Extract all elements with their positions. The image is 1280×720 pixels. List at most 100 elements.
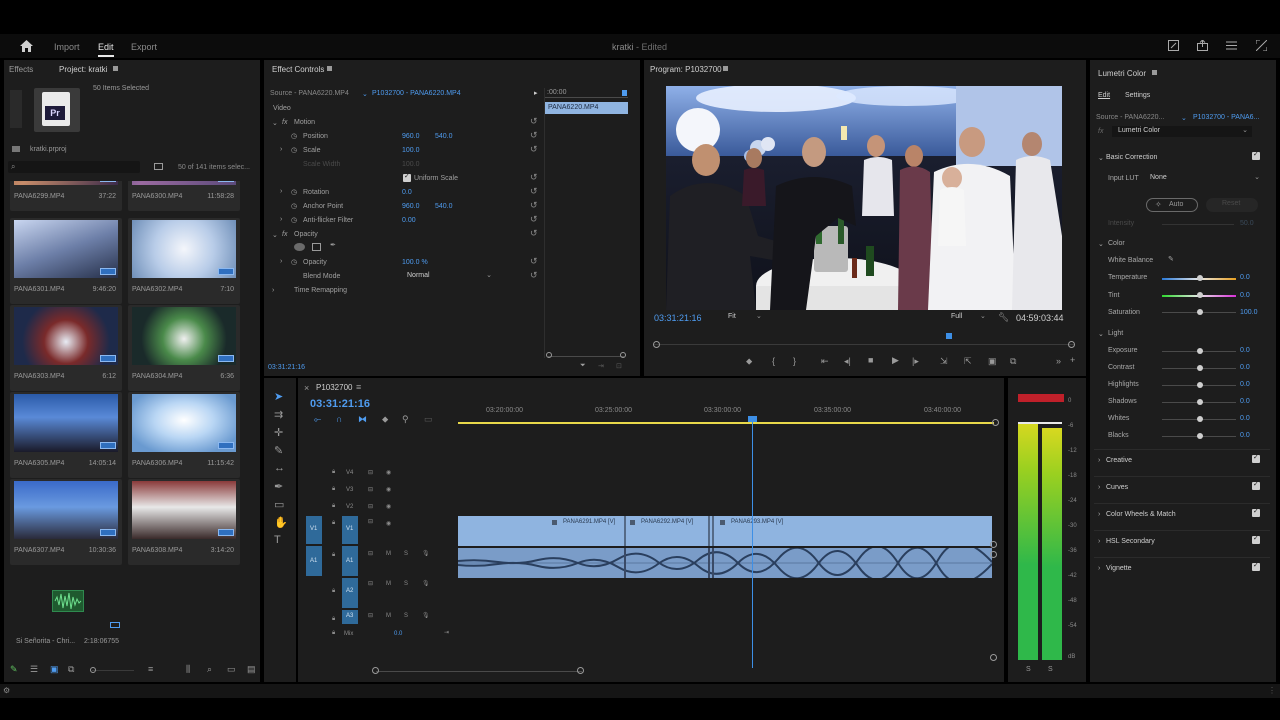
close-icon[interactable]: × bbox=[304, 383, 309, 393]
tab-edit[interactable]: Edit bbox=[1098, 92, 1110, 99]
lock-icon[interactable]: 🔒︎ bbox=[332, 588, 335, 595]
sync-icon[interactable]: ⊟ bbox=[368, 469, 373, 476]
clip-thumbnail[interactable]: PANA6300.MP4 11:58:28 bbox=[128, 181, 240, 211]
pen-mask-icon[interactable]: ✒ bbox=[330, 241, 336, 249]
lift-icon[interactable]: ⇲ bbox=[940, 356, 948, 366]
clip-thumbnail[interactable]: PANA6302.MP4 7:10 bbox=[128, 218, 240, 304]
section-enable-checkbox[interactable] bbox=[1252, 561, 1260, 571]
razor-tool-icon[interactable]: ✎ bbox=[274, 444, 283, 457]
icon-view-icon[interactable]: ▣ bbox=[50, 664, 59, 674]
sync-icon[interactable]: ⊟ bbox=[368, 518, 373, 525]
expand-chevron-icon[interactable]: › bbox=[1098, 457, 1100, 464]
selection-tool-icon[interactable]: ➤ bbox=[274, 390, 283, 403]
program-timecode[interactable]: 03:31:21:16 bbox=[654, 313, 702, 323]
automate-icon[interactable]: ⫼ bbox=[186, 664, 190, 674]
lumetri-title[interactable]: Lumetri Color bbox=[1098, 69, 1146, 78]
workspace-icon[interactable] bbox=[1168, 40, 1179, 53]
mix-value[interactable]: 0.0 bbox=[394, 631, 402, 637]
fx-icon[interactable]: fx bbox=[282, 231, 287, 238]
input-lut-select[interactable]: None ⌄ bbox=[1146, 173, 1262, 184]
anchor-y[interactable]: 540.0 bbox=[435, 203, 453, 210]
rotation-value[interactable]: 0.0 bbox=[402, 189, 412, 196]
sync-icon[interactable]: ⊟ bbox=[368, 580, 373, 587]
mic-icon[interactable]: 🎙︎ bbox=[422, 612, 430, 619]
zoom-slider[interactable] bbox=[92, 670, 134, 671]
overflow-icon[interactable]: » bbox=[1056, 356, 1061, 366]
stopwatch-icon[interactable]: ◷ bbox=[291, 188, 297, 196]
reset-icon[interactable]: ↺ bbox=[530, 215, 539, 224]
lock-icon[interactable]: 🔒︎ bbox=[332, 552, 335, 559]
clip-thumbnail[interactable]: PANA6305.MP4 14:05:14 bbox=[10, 392, 122, 478]
effect-select[interactable]: Lumetri Color ⌄ bbox=[1112, 126, 1252, 137]
antiflicker-value[interactable]: 0.00 bbox=[402, 217, 416, 224]
tab-project[interactable]: Project: kratki bbox=[59, 65, 107, 74]
resize-grip-icon[interactable]: ⋮ bbox=[1268, 686, 1276, 695]
lock-icon[interactable]: 🔒︎ bbox=[332, 469, 335, 476]
section-enable-checkbox[interactable] bbox=[1252, 507, 1260, 517]
tab-effects[interactable]: Effects bbox=[9, 65, 33, 74]
fx-icon[interactable]: fx bbox=[282, 119, 287, 126]
reset-icon[interactable]: ↺ bbox=[530, 229, 539, 238]
solo-left-button[interactable]: S bbox=[1026, 666, 1031, 673]
clip-thumbnail[interactable]: PANA6301.MP4 9:46:20 bbox=[10, 218, 122, 304]
mute-button[interactable]: M bbox=[386, 551, 391, 557]
auto-button[interactable]: Auto ✧ bbox=[1146, 198, 1198, 212]
find-icon[interactable]: ⌕ bbox=[207, 664, 212, 674]
position-x[interactable]: 960.0 bbox=[402, 133, 420, 140]
reset-icon[interactable]: ↺ bbox=[530, 131, 539, 140]
lock-icon[interactable]: 🔒︎ bbox=[332, 630, 335, 637]
tab-import[interactable]: Import bbox=[54, 42, 80, 52]
saturation-value[interactable]: 100.0 bbox=[1240, 309, 1258, 316]
solo-button[interactable]: S bbox=[404, 613, 408, 619]
slider-knob[interactable] bbox=[1197, 416, 1203, 422]
reset-icon[interactable]: ↺ bbox=[530, 257, 539, 266]
search-input[interactable]: ⌕ bbox=[8, 161, 140, 173]
mute-button[interactable]: M bbox=[386, 613, 391, 619]
new-bin-icon[interactable]: ▭ bbox=[227, 664, 236, 674]
slip-tool-icon[interactable]: ↔ bbox=[274, 462, 285, 474]
mute-button[interactable]: M bbox=[386, 581, 391, 587]
eye-icon[interactable]: ◉ bbox=[386, 469, 391, 476]
add-marker-icon[interactable]: ⬥ bbox=[746, 356, 752, 366]
expand-chevron-icon[interactable]: › bbox=[1098, 484, 1100, 491]
mic-icon[interactable]: 🎙︎ bbox=[422, 550, 430, 557]
rectangle-tool-icon[interactable]: ▭ bbox=[274, 498, 284, 511]
sequence-menu-icon[interactable]: ≡ bbox=[356, 382, 361, 392]
stopwatch-icon[interactable]: ◷ bbox=[291, 258, 297, 266]
lumetri-clip[interactable]: P1032700 - PANA6... bbox=[1193, 114, 1259, 121]
stop-icon[interactable]: ■ bbox=[868, 355, 873, 365]
mark-out-icon[interactable]: } bbox=[793, 356, 796, 366]
solo-right-button[interactable]: S bbox=[1048, 666, 1053, 673]
mini-clip-bar[interactable]: PANA6220.MP4 bbox=[544, 102, 628, 114]
program-scrubber[interactable] bbox=[653, 333, 1075, 350]
clip-thumbnail[interactable]: PANA6299.MP4 37:22 bbox=[10, 181, 122, 211]
clip-thumbnail[interactable]: PANA6307.MP4 10:30:36 bbox=[10, 479, 122, 565]
solo-button[interactable]: S bbox=[404, 551, 408, 557]
position-y[interactable]: 540.0 bbox=[435, 133, 453, 140]
light-shadows-value[interactable]: 0.0 bbox=[1240, 398, 1250, 405]
opacity-section[interactable]: Opacity bbox=[294, 231, 318, 238]
quality-select[interactable]: Full ⌄ bbox=[950, 313, 990, 323]
reset-button[interactable]: Reset bbox=[1206, 198, 1258, 212]
clip-label[interactable]: P1032700 - PANA6220.MP4 bbox=[372, 90, 461, 97]
expand-chevron-icon[interactable]: › bbox=[1098, 511, 1100, 518]
eye-icon[interactable]: ◉ bbox=[386, 503, 391, 510]
lock-icon[interactable]: 🔒︎ bbox=[332, 616, 335, 623]
reset-icon[interactable]: ↺ bbox=[530, 173, 539, 182]
slider-knob[interactable] bbox=[1197, 382, 1203, 388]
section-enable-checkbox[interactable] bbox=[1252, 534, 1260, 544]
rect-mask-icon[interactable] bbox=[312, 243, 321, 251]
wrench-icon[interactable]: ⚲ bbox=[402, 414, 409, 424]
scale-value[interactable]: 100.0 bbox=[402, 147, 420, 154]
audio-track-a1[interactable] bbox=[458, 548, 992, 578]
captions-icon[interactable]: ▭ bbox=[424, 414, 433, 424]
stopwatch-icon[interactable]: ◷ bbox=[291, 202, 297, 210]
reset-icon[interactable]: ↺ bbox=[530, 271, 539, 280]
sort-icon[interactable]: ≡ bbox=[148, 664, 153, 674]
nest-icon[interactable]: ⟜ bbox=[314, 414, 321, 424]
reset-icon[interactable]: ↺ bbox=[530, 145, 539, 154]
step-back-icon[interactable]: ◂| bbox=[844, 356, 851, 366]
temperature-value[interactable]: 0.0 bbox=[1240, 274, 1250, 281]
light-contrast-value[interactable]: 0.0 bbox=[1240, 364, 1250, 371]
play-icon[interactable]: ▶ bbox=[892, 355, 899, 365]
